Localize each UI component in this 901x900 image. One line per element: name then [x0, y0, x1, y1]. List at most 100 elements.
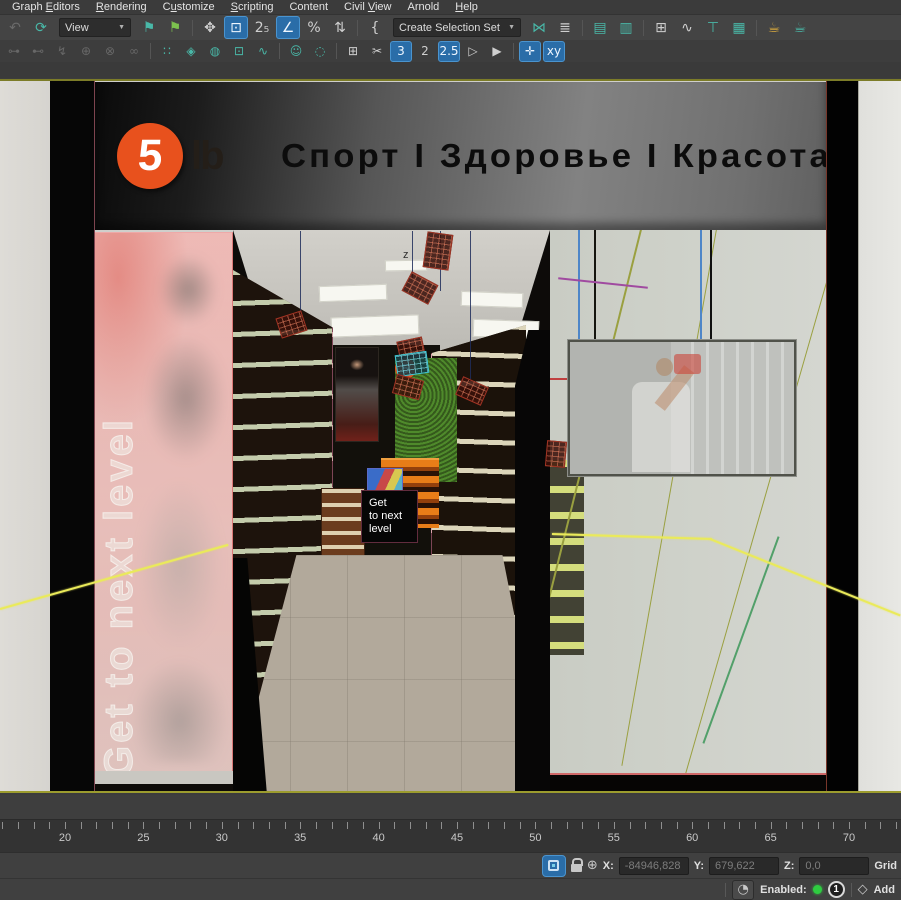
angle-snap-arrow-icon[interactable]: ▷	[462, 41, 484, 62]
isolate-selection-button[interactable]	[542, 855, 566, 877]
frame-tick	[285, 822, 286, 829]
scene-explorer-icon[interactable]: ▤	[588, 16, 612, 39]
spinner-snap-icon[interactable]: ⇅	[328, 16, 352, 39]
menu-bar: Graph EditorsRenderingCustomizeScripting…	[0, 0, 901, 15]
loop-tool-icon[interactable]: ∞	[123, 41, 145, 62]
break-link-tool-icon[interactable]: ⊷	[27, 41, 49, 62]
unlink-selection-icon[interactable]: ⚑	[163, 16, 187, 39]
xy-constraint-icon[interactable]: xy	[543, 41, 565, 62]
align-icon[interactable]: ≣	[553, 16, 577, 39]
door-frame-right[interactable]	[515, 330, 550, 793]
view-dropdown[interactable]: View ▼	[59, 18, 131, 37]
menu-scripting[interactable]: Scripting	[223, 1, 282, 13]
toolbar-spacer	[0, 62, 901, 78]
snap-2d-icon[interactable]: 2	[414, 41, 436, 62]
select-and-link-icon[interactable]: ⚑	[137, 16, 161, 39]
menu-arnold[interactable]: Arnold	[400, 1, 448, 13]
schematic-view-icon[interactable]: ⊤	[701, 16, 725, 39]
frame-label: 55	[608, 832, 620, 844]
pivot-tool-icon[interactable]: ⊕	[75, 41, 97, 62]
named-selection-sets-icon[interactable]: {	[363, 16, 387, 39]
material-sphere-icon[interactable]: ◔	[732, 880, 754, 900]
tv-screen[interactable]	[568, 340, 796, 476]
snap-3d-icon[interactable]: 3	[390, 41, 412, 62]
sphere-tool-icon[interactable]: ◍	[204, 41, 226, 62]
grid-snap-icon[interactable]: ⊞	[342, 41, 364, 62]
ribbon-icon[interactable]: ⊞	[649, 16, 673, 39]
frame-tick	[692, 822, 693, 829]
percent-snap-arrow-icon[interactable]: ▶	[486, 41, 508, 62]
menu-civil-view[interactable]: Civil View	[336, 1, 400, 13]
menu-content[interactable]: Content	[281, 1, 336, 13]
render-setup-icon[interactable]: ☕	[762, 16, 786, 39]
frame-tick	[175, 822, 176, 829]
x-coordinate-field[interactable]: -84946,828	[619, 857, 689, 875]
store-interior[interactable]: 5 Get to next level z	[233, 230, 550, 793]
add-button[interactable]: Add	[874, 884, 895, 896]
toolbar-separator	[643, 20, 644, 36]
track-bar[interactable]	[0, 795, 901, 820]
material-editor-icon[interactable]: ▦	[727, 16, 751, 39]
storefront-sign[interactable]: 5 lb Спорт I Здоровье I Красота	[95, 82, 826, 230]
menu-help[interactable]: Help	[447, 1, 486, 13]
main-toolbar: ↶⟳ View ▼ ⚑⚑ ✥⊡2₅∠%⇅ { Create Selection Se…	[0, 15, 901, 40]
hanging-crate[interactable]	[545, 440, 567, 468]
hanging-crate[interactable]	[423, 231, 454, 270]
redo-icon[interactable]: ⟳	[29, 16, 53, 39]
storefront-pillar-left[interactable]	[50, 81, 95, 793]
promo-sign[interactable]: Get to next level	[361, 490, 418, 543]
display-tool-icon[interactable]: ⊡	[228, 41, 250, 62]
undo-icon[interactable]: ↶	[3, 16, 27, 39]
frame-label: 50	[529, 832, 541, 844]
menu-graph-editors[interactable]: Graph Editors	[4, 1, 88, 13]
perspective-viewport[interactable]: 5 lb Спорт I Здоровье I Красота 5	[0, 79, 901, 793]
glass-panel-right[interactable]	[550, 230, 826, 775]
curve-editor-icon[interactable]: ∿	[675, 16, 699, 39]
hanging-wire	[470, 231, 471, 379]
render-frame-icon[interactable]: ☕	[788, 16, 812, 39]
exterior-wall-left[interactable]	[0, 81, 50, 793]
constraint-tool-icon[interactable]: ⊗	[99, 41, 121, 62]
wood-display-shelf[interactable]	[321, 488, 365, 560]
menu-rendering[interactable]: Rendering	[88, 1, 155, 13]
ceiling-light[interactable]	[331, 314, 420, 337]
layer-explorer-icon[interactable]: ▥	[614, 16, 638, 39]
angle-snap-icon[interactable]: ∠	[276, 16, 300, 39]
capture-tool-icon[interactable]: ☺	[285, 41, 307, 62]
snap-cut-icon[interactable]: ✂	[366, 41, 388, 62]
snaps-toggle-icon[interactable]: 2₅	[250, 16, 274, 39]
z-coordinate-field[interactable]: 0,0	[799, 857, 869, 875]
select-object-icon[interactable]: ⊡	[224, 16, 248, 39]
frame-label: 65	[764, 832, 776, 844]
z-label: Z:	[784, 860, 794, 872]
enabled-indicator[interactable]	[813, 885, 822, 894]
select-and-move-icon[interactable]: ✥	[198, 16, 222, 39]
ceiling-light[interactable]	[319, 284, 388, 302]
selected-crate[interactable]	[395, 351, 430, 377]
axis-constraint-icon[interactable]: ✛	[519, 41, 541, 62]
grid-label: Grid	[874, 860, 897, 872]
exterior-wall-right[interactable]	[858, 81, 901, 793]
select-link-tool-icon[interactable]: ⊶	[3, 41, 25, 62]
selection-set-dropdown[interactable]: Create Selection Set ▼	[393, 18, 521, 37]
snap-25d-icon[interactable]: 2.5	[438, 41, 460, 62]
x-label: X:	[603, 860, 614, 872]
motion-tool-icon[interactable]: ∿	[252, 41, 274, 62]
key-count-button[interactable]: 1	[828, 881, 845, 898]
interior-poster[interactable]	[335, 347, 379, 442]
selection-lock-icon[interactable]	[571, 864, 582, 872]
frame-tick	[645, 822, 646, 829]
menu-customize[interactable]: Customize	[155, 1, 223, 13]
diamond-tool-icon[interactable]: ◈	[180, 41, 202, 62]
glass-panel-left[interactable]: Get to next level	[95, 232, 233, 771]
mirror-icon[interactable]: ⋈	[527, 16, 551, 39]
y-coordinate-field[interactable]: 679,622	[709, 857, 779, 875]
particle-tools-icon[interactable]: ∷	[156, 41, 178, 62]
absolute-mode-icon[interactable]: ⊕	[587, 858, 598, 873]
storefront-pillar-right[interactable]	[826, 81, 858, 793]
ceiling-light[interactable]	[385, 260, 427, 272]
timeline-ruler[interactable]: 2025303540455055606570	[0, 820, 901, 852]
bind-spacewarp-icon[interactable]: ↯	[51, 41, 73, 62]
percent-snap-icon[interactable]: %	[302, 16, 326, 39]
dashed-circle-tool-icon[interactable]: ◌	[309, 41, 331, 62]
